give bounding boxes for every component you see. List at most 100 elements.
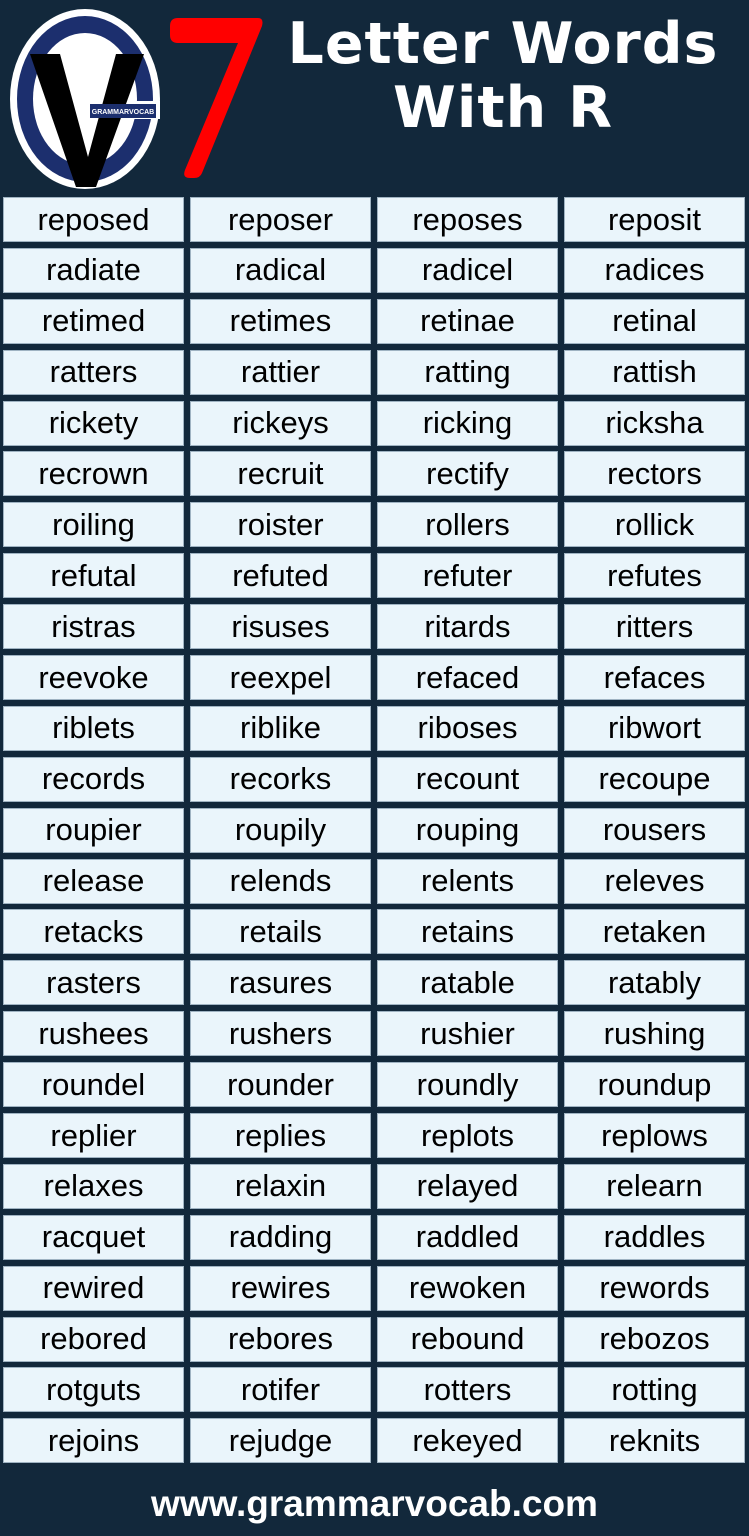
word-cell: replots (377, 1113, 558, 1159)
word-cell: radiate (3, 247, 184, 293)
word-cell: radding (190, 1214, 371, 1260)
word-cell: refuted (190, 553, 371, 599)
word-cell: rectify (377, 451, 558, 497)
word-cell: refaces (564, 655, 745, 701)
word-cell: relents (377, 858, 558, 904)
word-cell: refutes (564, 553, 745, 599)
word-cell: refuter (377, 553, 558, 599)
word-cell: replier (3, 1113, 184, 1159)
word-cell: ristras (3, 604, 184, 650)
header: GRAMMARVOCAB Letter Words With R (0, 0, 749, 197)
word-cell: reexpel (190, 655, 371, 701)
word-cell: refutal (3, 553, 184, 599)
word-cell: relaxin (190, 1163, 371, 1209)
word-cell: rewords (564, 1265, 745, 1311)
word-cell: ritters (564, 604, 745, 650)
word-cell: recrown (3, 451, 184, 497)
number-seven (170, 18, 263, 178)
word-cell: rebozos (564, 1316, 745, 1362)
word-cell: relearn (564, 1163, 745, 1209)
word-cell: relends (190, 858, 371, 904)
website-url: www.grammarvocab.com (151, 1483, 598, 1524)
word-cell: rasters (3, 960, 184, 1006)
word-cell: reposit (564, 197, 745, 242)
word-cell: retacks (3, 909, 184, 955)
word-cell: reknits (564, 1418, 745, 1464)
word-cell: rounder (190, 1062, 371, 1108)
word-cell: refaced (377, 655, 558, 701)
word-cell: retimed (3, 298, 184, 344)
grammarvocab-logo-icon: GRAMMARVOCAB (10, 9, 160, 189)
word-cell: rollers (377, 502, 558, 548)
page-title: Letter Words With R (268, 12, 738, 140)
word-cell: recoupe (564, 756, 745, 802)
word-cell: retains (377, 909, 558, 955)
word-cell: radicel (377, 247, 558, 293)
word-cell: riblike (190, 705, 371, 751)
word-cell: rewired (3, 1265, 184, 1311)
word-cell: rouping (377, 807, 558, 853)
title-line-1: Letter Words (287, 11, 719, 77)
word-cell: rejoins (3, 1418, 184, 1464)
word-cell: rousers (564, 807, 745, 853)
logo-text: GRAMMARVOCAB (92, 109, 154, 116)
word-cell: ratably (564, 960, 745, 1006)
word-cell: reposes (377, 197, 558, 242)
word-cell: riblets (3, 705, 184, 751)
word-cell: retaken (564, 909, 745, 955)
word-cell: recruit (190, 451, 371, 497)
word-cell: rushier (377, 1011, 558, 1057)
word-cell: ribwort (564, 705, 745, 751)
word-cell: rattish (564, 349, 745, 395)
word-cell: roundly (377, 1062, 558, 1108)
word-cell: rebored (3, 1316, 184, 1362)
word-cell: replies (190, 1113, 371, 1159)
word-cell: rushers (190, 1011, 371, 1057)
word-cell: recount (377, 756, 558, 802)
word-cell: retinae (377, 298, 558, 344)
word-cell: roiling (3, 502, 184, 548)
word-cell: roister (190, 502, 371, 548)
word-cell: raddled (377, 1214, 558, 1260)
word-cell: replows (564, 1113, 745, 1159)
word-cell: relaxes (3, 1163, 184, 1209)
word-cell: raddles (564, 1214, 745, 1260)
word-cell: rushing (564, 1011, 745, 1057)
word-cell: rickeys (190, 400, 371, 446)
word-cell: ratting (377, 349, 558, 395)
word-cell: reevoke (3, 655, 184, 701)
word-cell: rebores (190, 1316, 371, 1362)
word-cell: release (3, 858, 184, 904)
word-cell: ritards (377, 604, 558, 650)
word-cell: rollick (564, 502, 745, 548)
word-cell: rewires (190, 1265, 371, 1311)
word-cell: rewoken (377, 1265, 558, 1311)
word-cell: riboses (377, 705, 558, 751)
word-cell: ratable (377, 960, 558, 1006)
word-cell: roupily (190, 807, 371, 853)
word-cell: retimes (190, 298, 371, 344)
word-cell: relayed (377, 1163, 558, 1209)
word-cell: retails (190, 909, 371, 955)
word-cell: rotifer (190, 1367, 371, 1413)
word-cell: rickety (3, 400, 184, 446)
word-cell: reposed (3, 197, 184, 242)
word-cell: ricksha (564, 400, 745, 446)
word-cell: rotguts (3, 1367, 184, 1413)
word-cell: rotters (377, 1367, 558, 1413)
word-cell: roundel (3, 1062, 184, 1108)
word-cell: risuses (190, 604, 371, 650)
word-cell: rejudge (190, 1418, 371, 1464)
word-cell: rattier (190, 349, 371, 395)
word-cell: rebound (377, 1316, 558, 1362)
word-cell: retinal (564, 298, 745, 344)
word-cell: radical (190, 247, 371, 293)
word-cell: rasures (190, 960, 371, 1006)
word-cell: records (3, 756, 184, 802)
word-cell: rekeyed (377, 1418, 558, 1464)
word-cell: ricking (377, 400, 558, 446)
word-cell: ratters (3, 349, 184, 395)
word-cell: recorks (190, 756, 371, 802)
title-line-2: With R (393, 75, 613, 141)
word-cell: racquet (3, 1214, 184, 1260)
